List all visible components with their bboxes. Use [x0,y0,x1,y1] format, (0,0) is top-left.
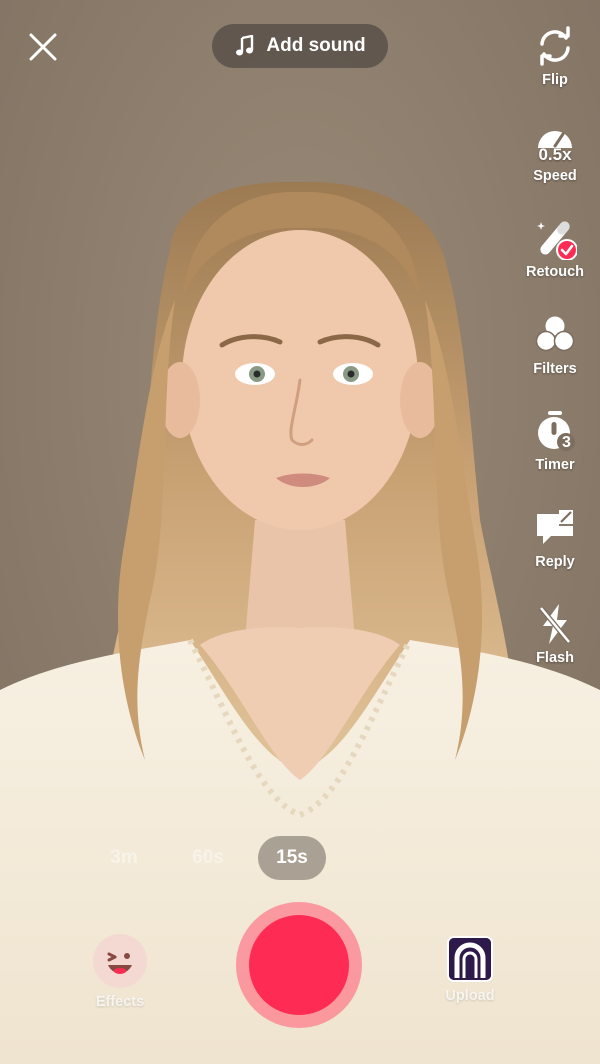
duration-60s[interactable]: 60s [180,836,236,880]
close-icon [29,33,57,61]
tool-filters-label: Filters [533,361,577,377]
retouch-enabled-badge [556,239,578,261]
tool-flash-label: Flash [536,650,574,666]
tool-retouch[interactable]: Retouch [520,216,590,280]
duration-15s[interactable]: 15s [258,836,326,880]
add-sound-label: Add sound [266,35,366,56]
tool-flip-label: Flip [542,72,568,88]
speed-value: 0.5x [538,145,572,164]
add-sound-button[interactable]: Add sound [212,24,388,68]
retouch-wand-icon [533,216,578,261]
camera-screen: Add sound Flip 0.5x Speed Retouch Filter… [0,0,600,1064]
close-button[interactable] [26,30,60,64]
tool-flip[interactable]: Flip [520,24,590,88]
tool-reply-label: Reply [535,554,575,570]
filters-icon [533,313,577,357]
tool-flash[interactable]: Flash [520,602,590,666]
timer-value: 3 [562,434,571,451]
timer-icon: 3 [533,409,577,453]
gallery-thumbnail-icon [447,936,493,982]
tool-timer[interactable]: 3 Timer [520,409,590,473]
upload-label: Upload [445,988,495,1004]
flip-camera-icon [533,24,577,68]
flash-off-icon [533,602,577,646]
music-note-icon [236,35,254,56]
speed-icon: 0.5x [533,120,577,164]
tool-reply[interactable]: Reply [520,506,590,570]
duration-3m[interactable]: 3m [96,836,152,880]
tool-timer-label: Timer [535,457,575,473]
tool-retouch-label: Retouch [526,264,584,280]
effects-face-icon [93,934,147,988]
effects-label: Effects [95,994,145,1010]
record-button-inner [249,915,349,1015]
upload-button[interactable]: Upload [438,936,502,1004]
effects-button[interactable]: Effects [90,934,150,1010]
tool-speed-label: Speed [533,168,577,184]
record-button[interactable] [236,902,362,1028]
tool-speed[interactable]: 0.5x Speed [520,120,590,184]
reply-icon [533,506,577,550]
tool-filters[interactable]: Filters [520,313,590,377]
